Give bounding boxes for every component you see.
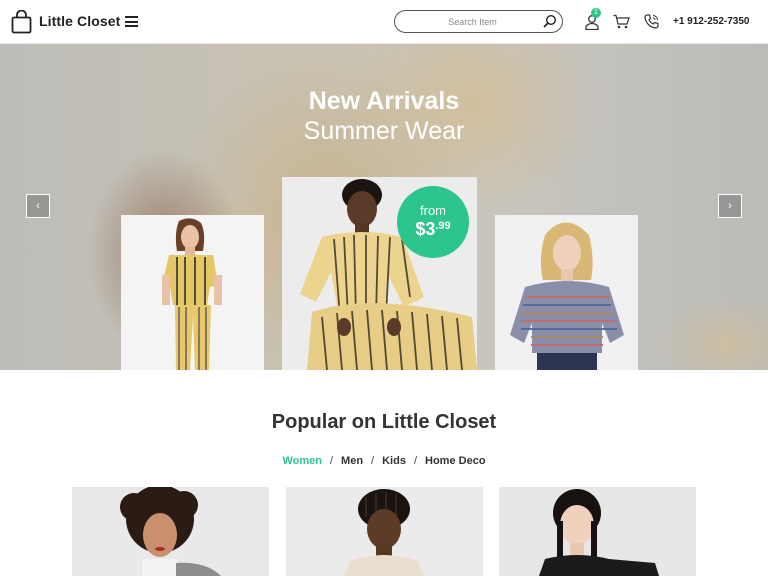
hero-subtitle: Summer Wear <box>303 117 465 145</box>
filter-men[interactable]: Men <box>341 455 363 467</box>
model-photo-curly-hair <box>120 487 221 576</box>
product-card[interactable] <box>499 487 696 576</box>
filter-separator: / <box>371 455 375 467</box>
phone-number[interactable]: +1 912-252-7350 <box>673 16 749 27</box>
hero-product-card-right[interactable] <box>495 215 638 370</box>
chevron-right-icon: › <box>728 200 732 212</box>
price-from-label: from <box>420 203 446 218</box>
filter-women[interactable]: Women <box>282 455 322 467</box>
filter-kids[interactable]: Kids <box>382 455 406 467</box>
shopping-bag-icon[interactable] <box>11 10 32 34</box>
popular-section-title: Popular on Little Closet <box>271 411 497 433</box>
price-amount: $3.99 <box>415 219 451 239</box>
cart-icon[interactable] <box>613 14 630 29</box>
product-card[interactable] <box>286 487 483 576</box>
hero-product-card-left[interactable] <box>121 215 264 370</box>
model-photo-dark-hair <box>539 489 659 576</box>
carousel-prev-button[interactable]: ‹ <box>26 194 50 218</box>
notification-badge: 1 <box>591 8 601 18</box>
product-card[interactable] <box>72 487 269 576</box>
hero-title: New Arrivals <box>308 87 460 115</box>
filter-separator: / <box>329 455 334 467</box>
hero-banner: New Arrivals Summer Wear ‹ › from $3.99 <box>0 44 768 370</box>
category-filter-nav: Women / Men / Kids / Home Deco <box>0 455 768 467</box>
search-bar <box>394 10 563 33</box>
model-photo-braids <box>344 489 424 576</box>
search-icon[interactable] <box>542 14 557 29</box>
chevron-left-icon: ‹ <box>36 200 40 212</box>
model-photo-striped-top <box>510 222 624 370</box>
carousel-next-button[interactable]: › <box>718 194 742 218</box>
hamburger-menu-icon[interactable] <box>125 16 138 27</box>
brand-name[interactable]: Little Closet <box>39 13 120 29</box>
filter-separator: / <box>413 455 418 467</box>
site-header: Little Closet 1 +1 912-252-7350 <box>0 0 768 44</box>
search-input[interactable] <box>405 14 540 29</box>
price-badge: from $3.99 <box>397 186 469 258</box>
filter-home-deco[interactable]: Home Deco <box>425 455 486 467</box>
model-photo-striped-suit <box>162 218 222 370</box>
phone-icon[interactable] <box>644 14 659 29</box>
